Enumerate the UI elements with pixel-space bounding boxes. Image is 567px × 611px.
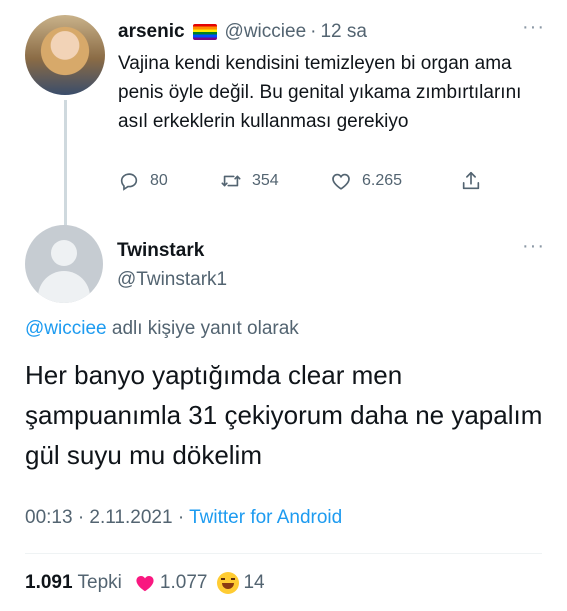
retweet-count: 354 xyxy=(252,172,279,189)
parent-timestamp[interactable]: 12 sa xyxy=(320,21,366,43)
default-avatar-shoulders xyxy=(38,271,90,303)
parent-tweet-text: Vajina kendi kendisini temizleyen bi org… xyxy=(118,53,522,132)
reply-display-name[interactable]: Twinstark xyxy=(117,240,204,262)
parent-actions: 80 354 6.265 xyxy=(112,170,492,198)
retweet-button[interactable]: 354 xyxy=(220,170,279,192)
parent-header: arsenic @wicciee · 12 sa xyxy=(118,20,367,44)
retweet-icon xyxy=(221,175,241,187)
tweet-source[interactable]: Twitter for Android xyxy=(189,507,342,528)
reply-count: 80 xyxy=(150,172,168,189)
pride-flag-icon xyxy=(192,24,217,40)
tweet-timestamp[interactable]: 00:13 · 2.11.2021 · xyxy=(25,507,189,528)
thread-line xyxy=(64,100,67,232)
parent-tweet[interactable]: arsenic @wicciee · 12 sa ··· Vajina kend… xyxy=(0,0,567,232)
reply-button[interactable]: 80 xyxy=(118,170,168,192)
divider xyxy=(25,553,542,554)
reaction-total: 1.091 xyxy=(25,572,73,593)
more-icon[interactable]: ··· xyxy=(522,235,545,258)
reply-handle[interactable]: @Twinstark1 xyxy=(117,269,227,291)
reply-tweet-text: Her banyo yaptığımda clear men şampuanım… xyxy=(25,360,543,470)
parent-handle[interactable]: @wicciee xyxy=(225,21,307,43)
parent-avatar[interactable] xyxy=(25,15,105,95)
share-button[interactable] xyxy=(460,170,492,192)
share-icon xyxy=(462,171,480,190)
reply-to-label: adlı kişiye yanıt olarak xyxy=(106,318,299,339)
replying-to: @wicciee adlı kişiye yanıt olarak xyxy=(25,318,299,340)
parent-display-name[interactable]: arsenic xyxy=(118,21,185,43)
more-icon[interactable]: ··· xyxy=(522,16,545,39)
like-icon xyxy=(332,173,350,190)
reaction-stats[interactable]: 1.091 Tepki 1.077 14 xyxy=(25,570,275,596)
separator-dot: · xyxy=(310,21,317,42)
like-button[interactable]: 6.265 xyxy=(330,170,402,192)
reply-avatar[interactable] xyxy=(25,225,103,303)
heart-count: 1.077 xyxy=(159,572,208,593)
laugh-count: 14 xyxy=(243,572,265,593)
reply-to-mention[interactable]: @wicciee xyxy=(25,318,107,339)
heart-reaction-icon xyxy=(136,575,154,592)
like-count: 6.265 xyxy=(362,172,403,189)
reaction-label: Tepki xyxy=(77,572,122,593)
laugh-reaction-icon xyxy=(217,572,240,594)
tweet-meta: 00:13 · 2.11.2021 · Twitter for Android xyxy=(25,507,342,529)
default-avatar-head xyxy=(51,240,77,266)
reply-icon xyxy=(120,173,138,191)
